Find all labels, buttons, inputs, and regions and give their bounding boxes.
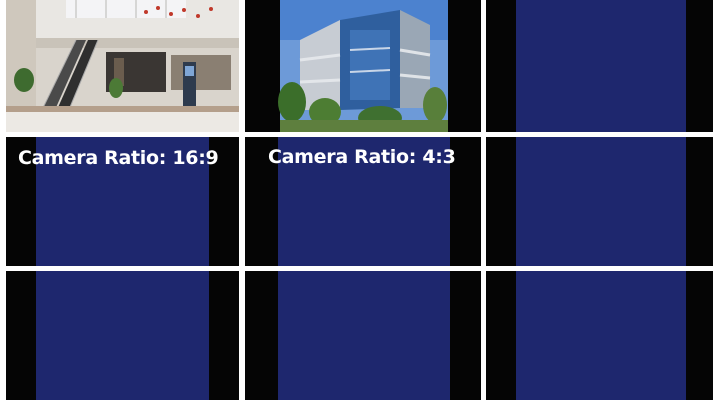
camera-tile-6[interactable]: [486, 137, 713, 266]
no-signal-frame: [516, 137, 686, 266]
no-signal-frame: [516, 271, 686, 400]
office-building-feed: [245, 0, 481, 132]
camera-tile-2[interactable]: [245, 0, 481, 132]
no-signal-frame: [36, 271, 209, 400]
camera-tile-9[interactable]: [486, 271, 713, 400]
camera-tile-8[interactable]: [245, 271, 481, 400]
camera-ratio-label-16-9: Camera Ratio: 16:9: [18, 147, 219, 169]
camera-tile-3[interactable]: [486, 0, 713, 132]
camera-tile-7[interactable]: [6, 271, 239, 400]
no-signal-frame: [278, 271, 450, 400]
camera-grid: Camera Ratio: 16:9 Camera Ratio: 4:3: [0, 0, 713, 400]
mall-interior-feed: [6, 0, 239, 132]
camera-ratio-label-4-3: Camera Ratio: 4:3: [268, 146, 456, 168]
no-signal-frame: [516, 0, 686, 132]
camera-tile-1[interactable]: [6, 0, 239, 132]
